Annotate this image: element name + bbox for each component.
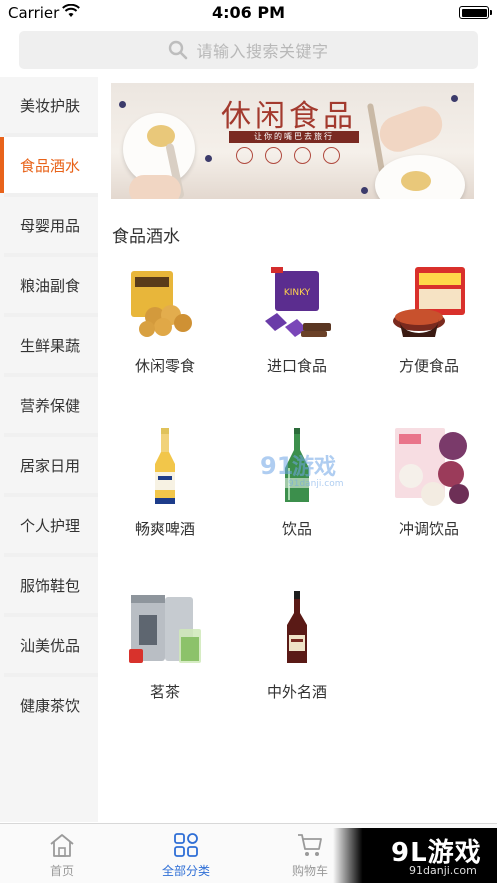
hand-image bbox=[374, 101, 448, 157]
banner-slogan: 让你的嘴巴去旅行 bbox=[229, 131, 359, 143]
svg-text:91danji.com: 91danji.com bbox=[288, 479, 343, 488]
status-time: 4:06 PM bbox=[211, 3, 285, 22]
tea-tin-icon bbox=[129, 595, 201, 663]
home-icon bbox=[50, 834, 74, 857]
sidebar-item-beauty[interactable]: 美妆护肤 bbox=[4, 77, 98, 133]
cart-icon bbox=[298, 834, 322, 856]
product-tea[interactable]: 茗茶 bbox=[110, 591, 220, 741]
hand-image bbox=[129, 175, 181, 199]
product-label: 进口食品 bbox=[266, 357, 327, 375]
sidebar-item-label: 粮油副食 bbox=[20, 276, 81, 295]
sidebar-item-tea-drinks[interactable]: 健康茶饮 bbox=[4, 677, 98, 733]
svg-text:91: 91 bbox=[260, 452, 293, 480]
sidebar-item-grain-oil[interactable]: 粮油副食 bbox=[4, 257, 98, 313]
food-image bbox=[401, 171, 431, 191]
product-label: 茗茶 bbox=[149, 683, 180, 701]
sidebar-item-fresh-produce[interactable]: 生鲜果蔬 bbox=[4, 317, 98, 373]
sidebar-item-household[interactable]: 居家日用 bbox=[4, 437, 98, 493]
product-label: 中外名酒 bbox=[266, 683, 327, 701]
sidebar-item-baby[interactable]: 母婴用品 bbox=[4, 197, 98, 253]
sidebar-item-nutrition[interactable]: 营养保健 bbox=[4, 377, 98, 433]
search-bar[interactable]: 请输入搜索关键字 bbox=[19, 31, 478, 69]
instant-noodle-icon bbox=[393, 267, 465, 337]
sidebar-item-label: 母婴用品 bbox=[20, 216, 81, 235]
badge-icon bbox=[265, 147, 282, 164]
sidebar-item-label: 居家日用 bbox=[20, 456, 81, 475]
tab-label: 首页 bbox=[49, 864, 74, 878]
category-grid-icon bbox=[174, 833, 198, 857]
tab-label: 全部分类 bbox=[161, 864, 210, 878]
snack-bag-icon bbox=[131, 271, 192, 337]
imported-chocolate-icon: KINKY bbox=[265, 267, 331, 337]
corner-watermark: 9L游戏 91danji.com bbox=[333, 828, 497, 883]
product-label: 冲调饮品 bbox=[398, 520, 459, 538]
berry-image bbox=[119, 101, 126, 108]
category-title: 食品酒水 bbox=[112, 227, 180, 247]
banner-badges bbox=[236, 147, 340, 164]
sidebar-item-label: 汕美优品 bbox=[20, 636, 81, 655]
tab-home[interactable]: 首页 bbox=[0, 824, 124, 883]
product-beer[interactable]: 畅爽啤酒 bbox=[110, 428, 220, 578]
banner-title: 休闲食品 bbox=[221, 99, 357, 134]
svg-text:游戏: 游戏 bbox=[292, 454, 336, 480]
sidebar-item-label: 营养保健 bbox=[20, 396, 81, 415]
product-liquor[interactable]: 中外名酒 bbox=[242, 591, 352, 741]
product-drink-mix[interactable]: 冲调饮品 bbox=[374, 428, 484, 578]
promo-banner[interactable]: 休闲食品 让你的嘴巴去旅行 bbox=[111, 83, 474, 199]
sidebar-item-food-drinks[interactable]: 食品酒水 bbox=[0, 137, 98, 193]
search-placeholder: 请输入搜索关键字 bbox=[196, 42, 329, 61]
sidebar-item-label: 个人护理 bbox=[20, 516, 81, 535]
category-sidebar: 美妆护肤 食品酒水 母婴用品 粮油副食 生鲜果蔬 营养保健 居家日用 个人护理 … bbox=[0, 77, 98, 822]
sidebar-item-label: 食品酒水 bbox=[20, 156, 81, 175]
product-label: 方便食品 bbox=[398, 357, 459, 375]
product-snacks[interactable]: 休闲零食 bbox=[110, 265, 220, 415]
status-bar: Carrier 4:06 PM bbox=[0, 0, 497, 26]
badge-icon bbox=[294, 147, 311, 164]
tab-all-categories[interactable]: 全部分类 bbox=[124, 824, 248, 883]
product-imported-food[interactable]: KINKY 进口食品 bbox=[242, 265, 352, 415]
drink-powder-box-icon bbox=[395, 428, 469, 506]
sidebar-item-shanmei[interactable]: 汕美优品 bbox=[4, 617, 98, 673]
berry-image bbox=[205, 155, 212, 162]
product-label: 休闲零食 bbox=[134, 357, 195, 375]
svg-text:KINKY: KINKY bbox=[284, 288, 311, 298]
battery-icon bbox=[459, 6, 492, 19]
sidebar-item-label: 健康茶饮 bbox=[20, 696, 81, 715]
product-label: 饮品 bbox=[281, 520, 312, 538]
berry-image bbox=[361, 187, 368, 194]
watermark-logo: 91 游戏 91danji.com bbox=[260, 452, 343, 488]
badge-icon bbox=[323, 147, 340, 164]
berry-image bbox=[451, 95, 458, 102]
sidebar-item-label: 服饰鞋包 bbox=[20, 576, 81, 595]
search-icon bbox=[169, 40, 188, 60]
sidebar-item-label: 生鲜果蔬 bbox=[20, 336, 81, 355]
sidebar-item-apparel[interactable]: 服饰鞋包 bbox=[4, 557, 98, 613]
beer-bottle-icon bbox=[155, 428, 175, 504]
liquor-bottle-icon bbox=[287, 591, 307, 663]
sidebar-item-label: 美妆护肤 bbox=[20, 96, 81, 115]
badge-icon bbox=[236, 147, 253, 164]
sidebar-item-personal-care[interactable]: 个人护理 bbox=[4, 497, 98, 553]
product-label: 畅爽啤酒 bbox=[134, 520, 195, 538]
watermark-url: 91danji.com bbox=[409, 864, 477, 877]
product-instant-food[interactable]: 方便食品 bbox=[374, 265, 484, 415]
